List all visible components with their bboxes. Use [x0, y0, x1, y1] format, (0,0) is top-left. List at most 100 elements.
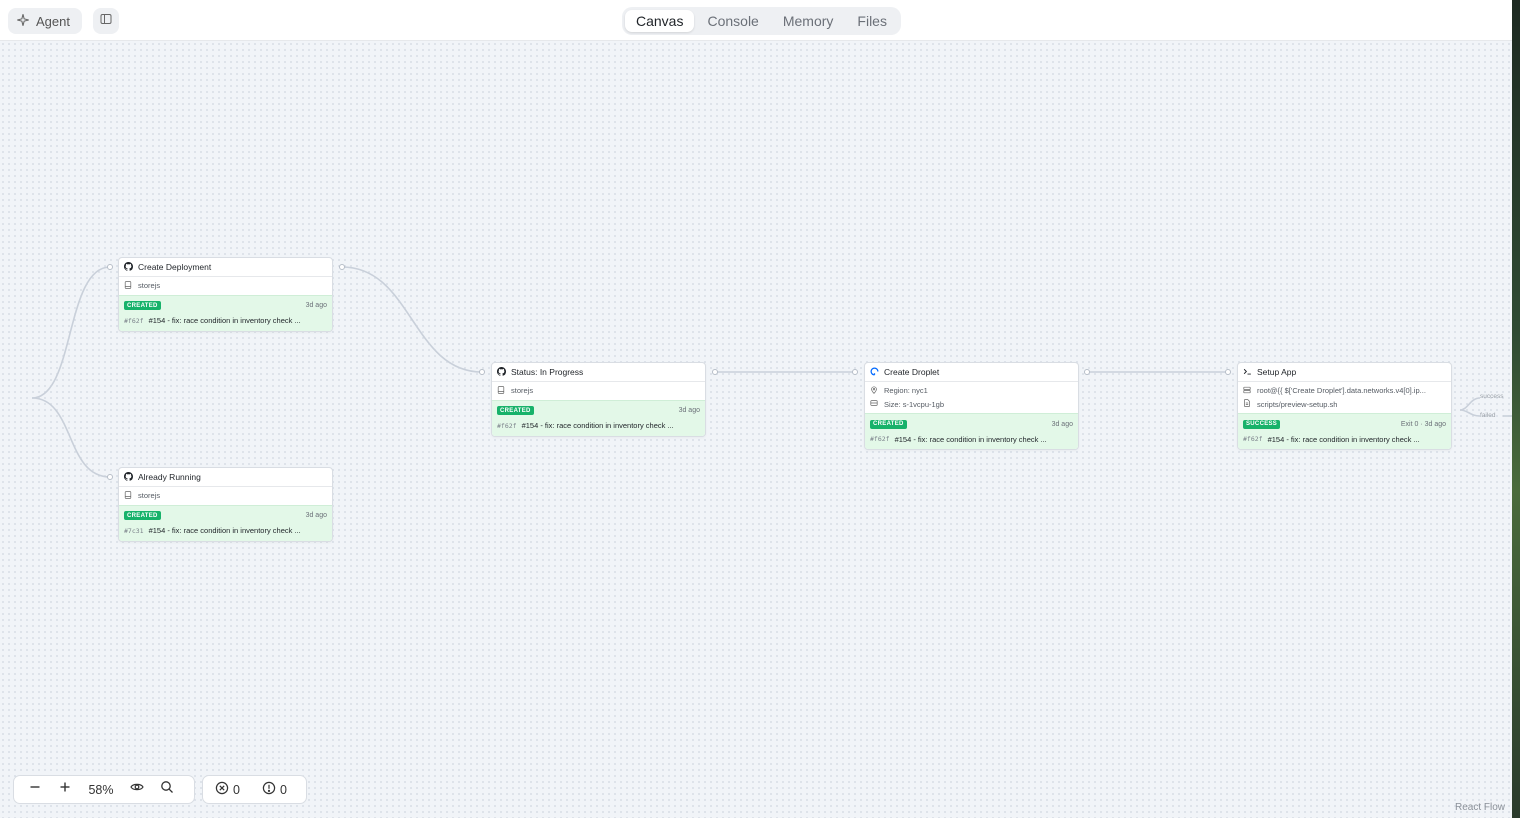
- search-icon: [160, 780, 174, 799]
- status-time: Exit 0 · 3d ago: [1400, 420, 1446, 428]
- location-pin-icon: [870, 386, 878, 396]
- input-handle[interactable]: [852, 369, 858, 375]
- node-title-row: Create Deployment: [119, 258, 332, 277]
- output-handle[interactable]: [712, 369, 718, 375]
- minus-icon: [28, 780, 42, 799]
- terminal-icon: [1243, 367, 1252, 378]
- edge-create-deployment-status: [341, 266, 483, 373]
- node-repo: storejs: [119, 489, 332, 503]
- sidebar-icon: [100, 12, 112, 30]
- warning-count-value: 0: [279, 782, 287, 797]
- edge-trigger-already-running: [31, 397, 111, 478]
- node-already-running[interactable]: Already Running storejs CREATED 3d ago #…: [118, 467, 333, 542]
- edge-setup-app-success: [1459, 397, 1481, 411]
- node-title: Create Droplet: [884, 367, 940, 377]
- script-path: scripts/preview-setup.sh: [1257, 399, 1338, 409]
- react-flow-attribution[interactable]: React Flow: [1455, 802, 1505, 813]
- output-handle[interactable]: [1084, 369, 1090, 375]
- repo-icon: [124, 491, 132, 501]
- search-button[interactable]: [152, 776, 182, 803]
- status-time: 3d ago: [305, 302, 327, 309]
- tab-console[interactable]: Console: [696, 10, 769, 32]
- tab-canvas[interactable]: Canvas: [625, 10, 695, 32]
- edge-trigger-create-deployment: [31, 266, 111, 399]
- input-handle[interactable]: [107, 264, 113, 270]
- commit-message: #154 - fix: race condition in inventory …: [1267, 434, 1420, 444]
- status-badge: CREATED: [870, 419, 907, 429]
- commit-hash: #7c31: [124, 526, 144, 535]
- node-title-row: Setup App: [1238, 363, 1451, 382]
- server-icon: [870, 399, 878, 409]
- edge-label-success: success: [1480, 393, 1504, 400]
- node-setup-app[interactable]: Setup App root@{{ $['Create Droplet'].da…: [1237, 362, 1452, 450]
- github-icon: [124, 261, 134, 273]
- ssh-host: root@{{ $['Create Droplet'].data.network…: [1257, 386, 1426, 396]
- warning-icon: [262, 781, 276, 798]
- node-status-panel: CREATED 3d ago #f62f #154 - fix: race co…: [119, 294, 332, 331]
- droplet-size: Size: s-1vcpu-1gb: [884, 399, 945, 409]
- commit-hash: #f62f: [870, 435, 890, 443]
- input-handle[interactable]: [479, 369, 485, 375]
- node-create-droplet[interactable]: Create Droplet Region: nyc1 Size: s-1vcp…: [864, 362, 1079, 450]
- workflow-canvas[interactable]: Create Deployment storejs CREATED 3d ago…: [0, 41, 1512, 818]
- digitalocean-icon: [870, 367, 879, 378]
- node-title: Status: In Progress: [511, 367, 584, 377]
- error-icon: [215, 781, 229, 798]
- input-handle[interactable]: [107, 474, 113, 480]
- node-repo: storejs: [492, 384, 705, 398]
- droplet-region: Region: nyc1: [884, 386, 928, 396]
- node-repo: storejs: [119, 279, 332, 293]
- node-status-panel: CREATED 3d ago #7c31 #154 - fix: race co…: [119, 504, 332, 541]
- node-status-panel: SUCCESS Exit 0 · 3d ago #f62f #154 - fix…: [1238, 413, 1451, 449]
- node-title-row: Create Droplet: [865, 363, 1078, 382]
- commit-hash: #f62f: [1243, 435, 1263, 443]
- node-region: Region: nyc1: [865, 384, 1078, 398]
- commit-message: #154 - fix: race condition in inventory …: [521, 421, 674, 430]
- status-badge: CREATED: [124, 301, 161, 310]
- status-badge: CREATED: [497, 406, 534, 415]
- window-edge: [1512, 0, 1520, 818]
- zoom-level[interactable]: 58%: [80, 783, 122, 797]
- node-status-panel: CREATED 3d ago #f62f #154 - fix: race co…: [865, 413, 1078, 449]
- zoom-in-button[interactable]: [50, 776, 80, 803]
- issues-counter[interactable]: 0 0: [202, 775, 307, 804]
- github-icon: [124, 471, 134, 483]
- repo-name: storejs: [138, 491, 161, 501]
- status-time: 3d ago: [1051, 420, 1073, 428]
- commit-message: #154 - fix: race condition in inventory …: [148, 526, 301, 535]
- repo-icon: [497, 386, 505, 396]
- output-handle[interactable]: [339, 264, 345, 270]
- error-count[interactable]: 0: [215, 781, 240, 798]
- view-tabs: Canvas Console Memory Files: [622, 7, 901, 35]
- repo-name: storejs: [511, 386, 534, 396]
- node-title-row: Already Running: [119, 468, 332, 487]
- node-size: Size: s-1vcpu-1gb: [865, 398, 1078, 412]
- node-host: root@{{ $['Create Droplet'].data.network…: [1238, 384, 1451, 398]
- status-time: 3d ago: [678, 407, 700, 414]
- input-handle[interactable]: [1225, 369, 1231, 375]
- top-bar: Agent Canvas Console Memory Files: [0, 0, 1512, 41]
- node-script: scripts/preview-setup.sh: [1238, 398, 1451, 412]
- plus-icon: [58, 780, 72, 799]
- edge-setup-app-failed: [1459, 409, 1481, 417]
- node-title: Already Running: [138, 472, 201, 482]
- commit-hash: #f62f: [497, 421, 517, 430]
- node-title: Create Deployment: [138, 262, 212, 272]
- sparkle-icon: [16, 13, 30, 30]
- node-title: Setup App: [1257, 367, 1297, 377]
- commit-message: #154 - fix: race condition in inventory …: [148, 316, 301, 325]
- edge-label-failed: failed: [1480, 412, 1496, 419]
- node-create-deployment[interactable]: Create Deployment storejs CREATED 3d ago…: [118, 257, 333, 332]
- sidebar-toggle-button[interactable]: [93, 8, 119, 34]
- node-title-row: Status: In Progress: [492, 363, 705, 382]
- commit-hash: #f62f: [124, 316, 144, 325]
- tab-memory[interactable]: Memory: [772, 10, 845, 32]
- toggle-view-button[interactable]: [122, 776, 152, 803]
- zoom-out-button[interactable]: [20, 776, 50, 803]
- file-icon: [1243, 399, 1251, 409]
- agent-button[interactable]: Agent: [8, 8, 82, 34]
- node-status-in-progress[interactable]: Status: In Progress storejs CREATED 3d a…: [491, 362, 706, 437]
- warning-count[interactable]: 0: [262, 781, 287, 798]
- github-icon: [497, 366, 507, 378]
- tab-files[interactable]: Files: [846, 10, 898, 32]
